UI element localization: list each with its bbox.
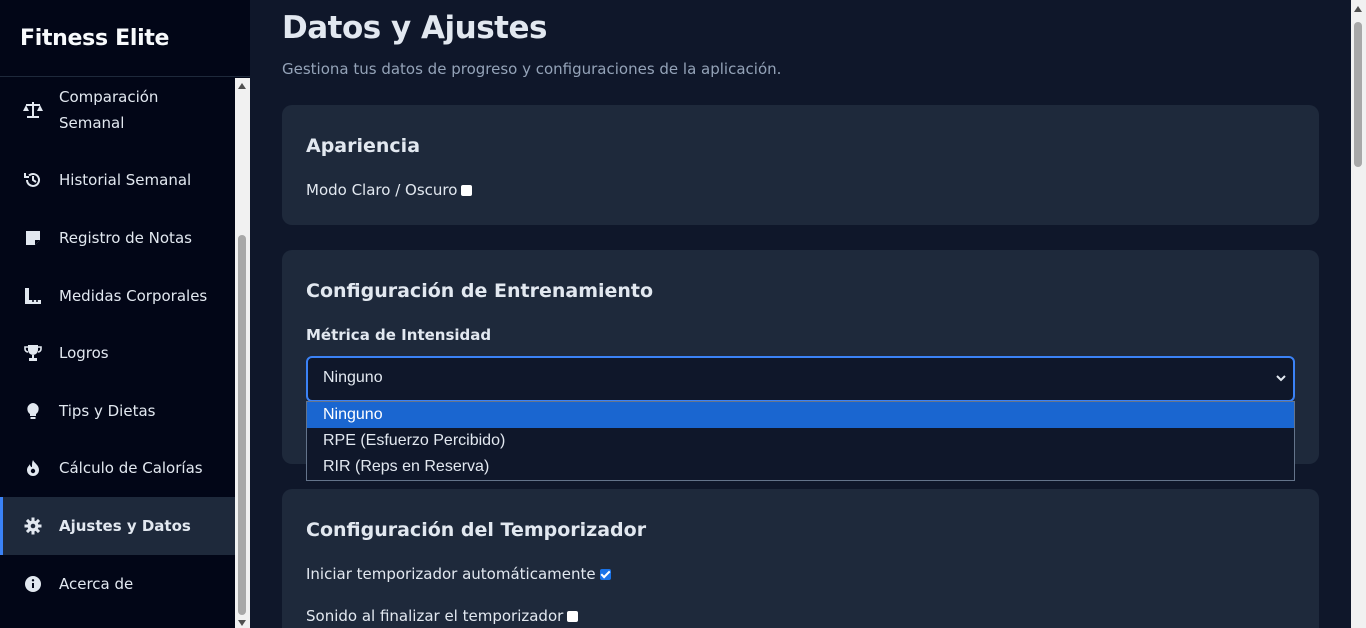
main-content: Datos y Ajustes Gestiona tus datos de pr… <box>250 0 1351 628</box>
sidebar-item-acerca-de[interactable]: Acerca de <box>0 566 236 602</box>
timer-title: Configuración del Temporizador <box>306 519 647 541</box>
dark-mode-row: Modo Claro / Oscuro <box>306 181 473 199</box>
appearance-card: Apariencia Modo Claro / Oscuro <box>282 105 1319 225</box>
sidebar-item-label: Historial Semanal <box>59 171 192 189</box>
sidebar-item-label: Tips y Dietas <box>59 402 156 420</box>
sidebar-item-historial-semanal[interactable]: Historial Semanal <box>0 162 236 198</box>
auto-start-row: Iniciar temporizador automáticamente <box>306 565 611 583</box>
sidebar-item-label: Cálculo de Calorías <box>59 459 203 477</box>
note-icon <box>22 227 44 249</box>
timer-card: Configuración del Temporizador Iniciar t… <box>282 489 1319 628</box>
scroll-up-icon[interactable] <box>238 83 246 89</box>
scroll-down-icon[interactable] <box>238 620 246 626</box>
sidebar-item-label: Registro de Notas <box>59 229 192 247</box>
sidebar-item-registro-notas[interactable]: Registro de Notas <box>0 220 236 256</box>
scale-icon <box>22 99 44 121</box>
sidebar-item-label: Comparación Semanal <box>59 88 159 132</box>
intensity-select-value: Ninguno <box>323 369 383 386</box>
sidebar-scrollbar-thumb[interactable] <box>238 235 246 615</box>
page-subtitle: Gestiona tus datos de progreso y configu… <box>282 60 782 78</box>
appearance-title: Apariencia <box>306 135 421 157</box>
intensity-dropdown: Ninguno RPE (Esfuerzo Percibido) RIR (Re… <box>306 401 1295 481</box>
dark-mode-label: Modo Claro / Oscuro <box>306 181 458 199</box>
app-title: Fitness Elite <box>0 0 250 77</box>
sidebar-item-medidas-corporales[interactable]: Medidas Corporales <box>0 278 236 314</box>
info-icon <box>22 573 44 595</box>
intensity-option[interactable]: RIR (Reps en Reserva) <box>307 454 1294 480</box>
auto-start-checkbox[interactable] <box>599 568 611 580</box>
sidebar-item-comparacion-semanal[interactable]: Comparación Semanal <box>0 84 236 136</box>
auto-start-label: Iniciar temporizador automáticamente <box>306 565 596 583</box>
intensity-option[interactable]: Ninguno <box>307 402 1294 428</box>
sidebar-nav: Comparación Semanal Historial Semanal Re… <box>0 78 236 628</box>
training-title: Configuración de Entrenamiento <box>306 280 654 302</box>
sidebar-item-label: Medidas Corporales <box>59 287 208 305</box>
sidebar-item-label: Ajustes y Datos <box>59 517 191 535</box>
intensity-label: Métrica de Intensidad <box>306 326 492 344</box>
dark-mode-checkbox[interactable] <box>461 184 473 196</box>
sidebar-item-logros[interactable]: Logros <box>0 335 236 371</box>
sidebar-item-label: Acerca de <box>59 575 134 593</box>
intensity-select[interactable]: Ninguno <box>306 356 1295 402</box>
fire-icon <box>22 457 44 479</box>
trophy-icon <box>22 342 44 364</box>
sound-label: Sonido al finalizar el temporizador <box>306 607 564 625</box>
sidebar-item-tips-dietas[interactable]: Tips y Dietas <box>0 393 236 429</box>
sound-checkbox[interactable] <box>567 610 579 622</box>
intensity-option[interactable]: RPE (Esfuerzo Percibido) <box>307 428 1294 454</box>
chevron-down-icon <box>1275 371 1287 389</box>
sidebar: Fitness Elite Comparación Semanal Histor… <box>0 0 250 628</box>
sound-row: Sonido al finalizar el temporizador <box>306 607 579 625</box>
history-icon <box>22 169 44 191</box>
window-scrollbar[interactable] <box>1351 0 1366 628</box>
sidebar-scrollbar[interactable] <box>235 78 250 628</box>
page-title: Datos y Ajustes <box>282 10 547 46</box>
lightbulb-icon <box>22 400 44 422</box>
window-scrollbar-thumb[interactable] <box>1354 22 1362 167</box>
sidebar-item-calculo-calorias[interactable]: Cálculo de Calorías <box>0 450 236 486</box>
gear-icon <box>22 515 44 537</box>
ruler-icon <box>22 285 44 307</box>
sidebar-item-label: Logros <box>59 344 109 362</box>
sidebar-item-ajustes-datos[interactable]: Ajustes y Datos <box>0 497 236 555</box>
scroll-up-icon[interactable] <box>1354 6 1362 12</box>
